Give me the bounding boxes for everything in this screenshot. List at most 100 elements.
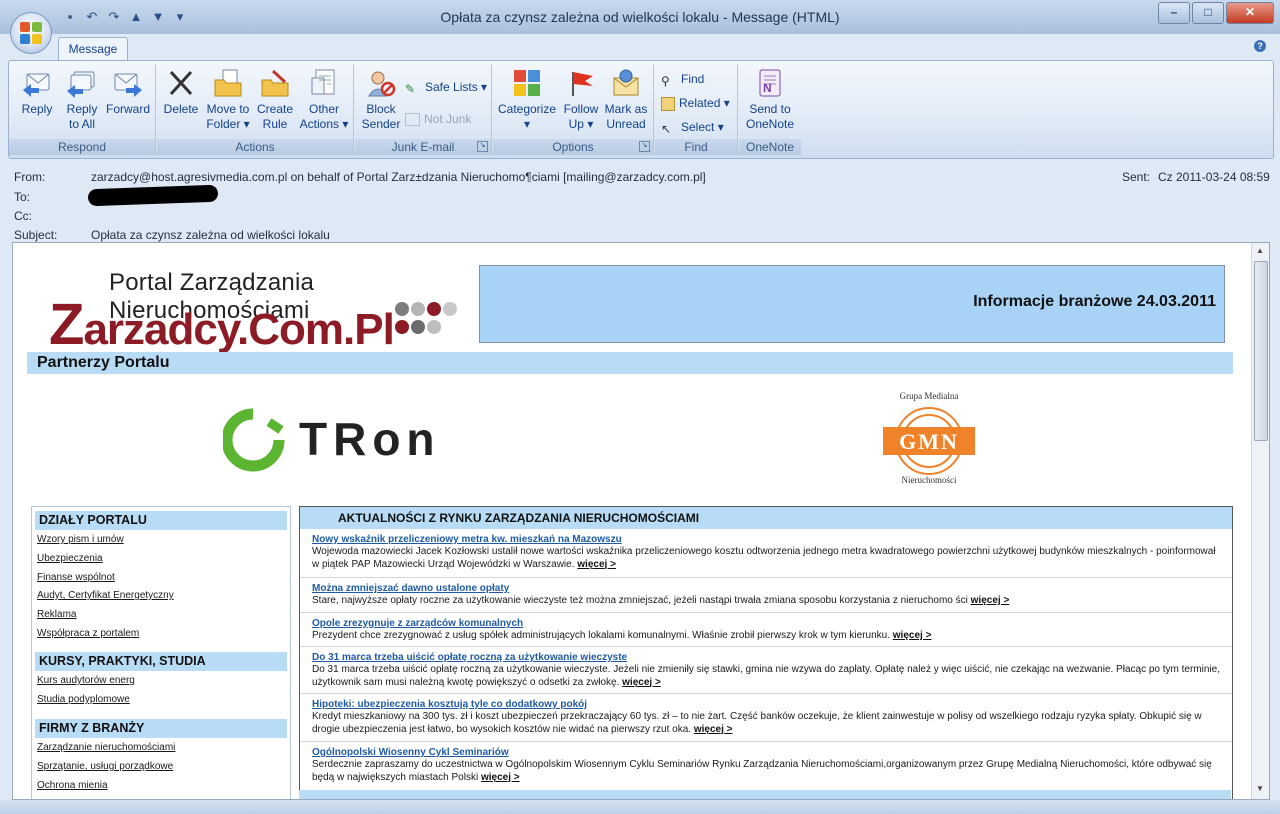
minimize-button[interactable]: – — [1158, 2, 1190, 24]
from-value[interactable]: zarzadcy@host.agresivmedia.com.pl on beh… — [91, 170, 706, 184]
news-text: Stare, najwyższe opłaty roczne za użytko… — [312, 595, 1010, 606]
create-rule-button[interactable]: Create Rule — [255, 68, 295, 132]
news-item: Opole zrezygnuje z zarządców komunalnych… — [300, 613, 1232, 647]
reply-all-icon — [67, 71, 95, 98]
gmn-bottom-text: Nieruchomości — [901, 475, 957, 485]
link-wzory[interactable]: Wzory pism i umów — [37, 534, 124, 545]
more-link[interactable]: więcej > — [577, 559, 616, 570]
group-junk-email: Block Sender ✎ Safe Lists ▾ Not Junk Junk … — [355, 64, 492, 155]
move-to-folder-icon — [214, 69, 242, 97]
block-sender-button[interactable]: Block Sender — [359, 68, 403, 132]
not-junk-button[interactable]: Not Junk — [405, 110, 471, 128]
delete-button[interactable]: Delete — [161, 68, 201, 117]
ribbon: Reply Reply to All Forward Respond Delete… — [8, 60, 1274, 159]
create-rule-icon — [261, 69, 289, 97]
window-controls: – □ ✕ — [1158, 2, 1274, 24]
reply-all-button[interactable]: Reply to All — [61, 68, 103, 132]
title-bar[interactable]: ▪ ↶ ↷ ▲ ▼ ▾ Opłata za czynsz zależna od … — [0, 0, 1280, 34]
link-audyt[interactable]: Audyt, Certyfikat Energetyczny — [37, 590, 174, 601]
link-finanse[interactable]: Finanse wspólnot — [37, 572, 115, 583]
link-studia[interactable]: Studia podyplomowe — [37, 694, 130, 705]
news-text: Kredyt mieszkaniowy na 300 tys. zł i kos… — [312, 711, 1202, 735]
subject-value: Opłata za czynsz zależna od wielkości lo… — [91, 228, 330, 242]
link-zarzadzanie[interactable]: Zarządzanie nieruchomościami — [37, 742, 175, 753]
group-find: ⚲ Find Related ▾ ↖ Select ▾ Find — [655, 64, 738, 155]
more-link[interactable]: więcej > — [481, 772, 520, 783]
related-button[interactable]: Related ▾ — [661, 94, 730, 112]
reply-button[interactable]: Reply — [15, 68, 59, 117]
close-button[interactable]: ✕ — [1226, 2, 1274, 24]
partners-bar: Partnerzy Portalu — [27, 352, 1233, 374]
follow-up-flag-icon — [572, 72, 593, 96]
not-junk-icon — [405, 113, 420, 127]
cursor-icon: ↖ — [661, 121, 672, 136]
more-link[interactable]: więcej > — [893, 630, 932, 641]
link-ochrona[interactable]: Ochrona mienia — [37, 780, 108, 791]
news-title[interactable]: Do 31 marca trzeba uiścić opłatę roczną … — [312, 652, 627, 663]
tron-logo[interactable]: TRon — [221, 408, 443, 472]
select-button[interactable]: ↖ Select ▾ — [661, 118, 724, 136]
other-actions-button[interactable]: Other Actions ▾ — [299, 68, 349, 132]
group-onenote: N Send to OneNote OneNote — [739, 64, 801, 155]
bottom-strip — [299, 790, 1231, 799]
news-title[interactable]: Można zmniejszać dawno ustalone opłaty — [312, 583, 509, 594]
zarzadcy-logo[interactable]: Portal Zarządzania Nieruchomościami Zarz… — [49, 269, 469, 357]
link-reklama[interactable]: Reklama — [37, 609, 76, 620]
categorize-button[interactable]: Categorize ▾ — [497, 68, 557, 132]
scroll-down-icon[interactable]: ▼ — [1254, 783, 1266, 795]
help-icon[interactable]: ? — [1254, 40, 1266, 52]
link-ubezpieczenia[interactable]: Ubezpieczenia — [37, 553, 103, 564]
news-item: Ogólnopolski Wiosenny Cykl Seminariów Se… — [300, 742, 1232, 789]
follow-up-button[interactable]: Follow Up ▾ — [561, 68, 601, 132]
link-wspolpraca[interactable]: Współpraca z portalem — [37, 628, 139, 639]
maximize-button[interactable]: □ — [1192, 2, 1224, 24]
news-title[interactable]: Hipoteki: ubezpieczenia kosztują tyle co… — [312, 699, 587, 710]
send-to-onenote-button[interactable]: N Send to OneNote — [743, 68, 797, 132]
more-link[interactable]: więcej > — [622, 677, 661, 688]
section-heading-firmy: FIRMY Z BRANŻY — [35, 719, 287, 738]
group-options: Categorize ▾ Follow Up ▾ Mark as Unread Op… — [493, 64, 654, 155]
other-actions-icon — [311, 69, 335, 95]
junk-dialog-launcher-icon[interactable]: ↘ — [477, 141, 488, 152]
safe-lists-button[interactable]: ✎ Safe Lists ▾ — [405, 78, 487, 96]
cc-label: Cc: — [14, 209, 32, 223]
forward-button[interactable]: Forward — [105, 68, 151, 117]
office-logo-icon — [20, 22, 42, 44]
news-heading-bar: AKTUALNOŚCI Z RYNKU ZARZĄDZANIA NIERUCHO… — [300, 507, 1232, 529]
forward-icon — [114, 73, 142, 97]
news-text: Do 31 marca trzeba uiścić opłatę roczną … — [312, 664, 1220, 688]
sent-value: Cz 2011-03-24 08:59 — [1158, 170, 1270, 184]
news-text: Wojewoda mazowiecki Jacek Kozłowski usta… — [312, 546, 1216, 570]
related-icon — [661, 96, 675, 111]
outlook-message-window: ▪ ↶ ↷ ▲ ▼ ▾ Opłata za czynsz zależna od … — [0, 0, 1280, 814]
group-actions: Delete Move to Folder ▾ Create Rule Other A… — [157, 64, 354, 155]
link-sprzatanie[interactable]: Sprzątanie, usługi porządkowe — [37, 761, 173, 772]
vertical-scrollbar[interactable]: ▲ ▼ — [1251, 243, 1269, 799]
more-link[interactable]: więcej > — [694, 724, 733, 735]
scroll-up-icon[interactable]: ▲ — [1254, 245, 1266, 257]
news-title[interactable]: Ogólnopolski Wiosenny Cykl Seminariów — [312, 747, 509, 758]
news-text: Serdecznie zapraszamy do uczestnictwa w … — [312, 759, 1212, 783]
news-title[interactable]: Opole zrezygnuje z zarządców komunalnych — [312, 618, 523, 629]
group-label-find: Find — [655, 139, 737, 155]
news-title[interactable]: Nowy wskaźnik przeliczeniowy metra kw. m… — [312, 534, 622, 545]
options-dialog-launcher-icon[interactable]: ↘ — [639, 141, 650, 152]
gmn-logo[interactable]: Grupa Medialna GMN Nieruchomości — [879, 389, 979, 489]
delete-icon — [169, 70, 193, 96]
news-item: Hipoteki: ubezpieczenia kosztują tyle co… — [300, 694, 1232, 742]
mark-as-unread-button[interactable]: Mark as Unread — [603, 68, 649, 132]
to-label: To: — [14, 190, 31, 204]
office-button[interactable] — [10, 12, 52, 54]
news-item: Można zmniejszać dawno ustalone opłaty S… — [300, 578, 1232, 613]
tab-message[interactable]: Message — [58, 37, 128, 60]
gmn-top-text: Grupa Medialna — [899, 391, 959, 401]
onenote-icon: N — [759, 69, 781, 97]
find-button[interactable]: ⚲ Find — [661, 70, 704, 88]
more-link[interactable]: więcej > — [971, 595, 1010, 606]
status-bar — [0, 800, 1280, 814]
link-kurs[interactable]: Kurs audytorów energ — [37, 675, 135, 686]
scrollbar-thumb[interactable] — [1254, 261, 1268, 441]
group-label-actions: Actions — [157, 139, 353, 155]
move-to-folder-button[interactable]: Move to Folder ▾ — [203, 68, 253, 132]
info-banner: Informacje branżowe 24.03.2011 — [479, 265, 1225, 343]
